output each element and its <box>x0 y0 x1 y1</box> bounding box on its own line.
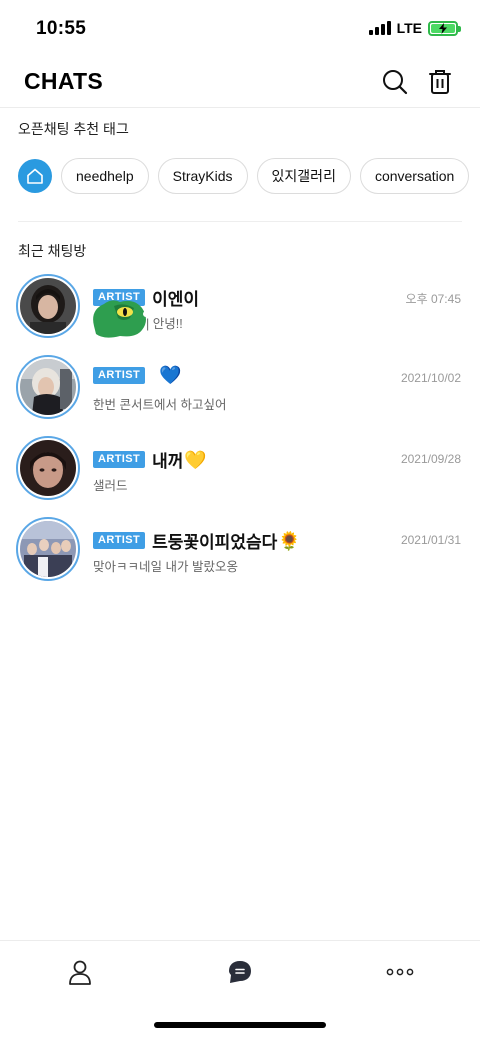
chat-preview: | 안녕!! <box>146 317 183 331</box>
avatar <box>16 436 80 500</box>
tag-chip-straykids[interactable]: StrayKids <box>157 158 248 194</box>
chat-time: 2021/01/31 <box>400 533 461 547</box>
tag-chip-conversation[interactable]: conversation <box>359 158 470 194</box>
artist-badge: ARTIST <box>93 366 146 384</box>
avatar <box>16 355 80 419</box>
chat-row[interactable]: ARTIST 💙 한번 콘서트에서 하고싶어 2021/10/02 <box>0 349 480 430</box>
home-icon <box>27 168 43 184</box>
search-icon <box>383 70 408 95</box>
bottom-navigation <box>0 940 480 1002</box>
green-monster-sticker-icon <box>93 300 148 338</box>
tag-list: needhelp StrayKids 있지갤러리 conversation <box>18 158 480 194</box>
chat-time: 2021/10/02 <box>400 371 461 385</box>
chat-preview: 샐러드 <box>93 479 128 493</box>
chat-bubble-icon <box>229 961 251 983</box>
chat-preview: 맞아ㅋㅋ네일 내가 발랐오옹 <box>93 560 238 574</box>
signal-bars-icon <box>368 21 391 35</box>
blue-heart-emoji: 💙 <box>159 365 182 385</box>
trash-icon <box>429 70 451 94</box>
chat-preview: 한번 콘서트에서 하고싶어 <box>93 398 227 412</box>
avatar-photo <box>20 359 76 415</box>
more-dots-icon <box>386 968 414 976</box>
chat-list: ARTIST 이엔이 | 안녕!! 오후 07:45 ARTIST 💙 한번 콘… <box>0 268 480 592</box>
chat-row[interactable]: ARTIST 내꺼 💛 샐러드 2021/09/28 <box>0 430 480 511</box>
avatar-photo <box>20 278 76 334</box>
artist-badge: ARTIST <box>93 451 146 468</box>
page-title: CHATS <box>24 68 104 94</box>
network-label: LTE <box>396 20 422 36</box>
chat-name: 내꺼 <box>152 452 184 471</box>
chat-time: 2021/09/28 <box>400 452 461 466</box>
home-tag-button[interactable] <box>18 159 52 193</box>
yellow-heart-emoji: 💛 <box>184 449 207 470</box>
chat-name: 트둥꽃이피었슴다 <box>152 533 278 552</box>
chat-row[interactable]: ARTIST 이엔이 | 안녕!! 오후 07:45 <box>0 268 480 349</box>
chat-row[interactable]: ARTIST 트둥꽃이피었슴다 🌻 맞아ㅋㅋ네일 내가 발랐오옹 2021/01… <box>0 511 480 592</box>
avatar <box>16 274 80 338</box>
sunflower-emoji: 🌻 <box>278 530 301 551</box>
profile-icon <box>69 960 91 985</box>
search-button[interactable] <box>379 66 411 98</box>
nav-chats-button[interactable] <box>225 957 255 987</box>
open-chat-tags-label: 오픈채팅 추천 태그 <box>18 121 129 137</box>
nav-more-button[interactable] <box>385 957 415 987</box>
chat-time: 오후 07:45 <box>405 292 461 306</box>
status-time: 10:55 <box>36 18 87 39</box>
chat-name: 이엔이 <box>152 290 200 309</box>
battery-charging-icon <box>428 20 461 36</box>
tag-chip-needhelp[interactable]: needhelp <box>61 158 149 194</box>
status-bar: 10:55 LTE <box>0 0 480 56</box>
artist-badge: ARTIST <box>93 532 146 549</box>
tag-chip-itzy-gallery[interactable]: 있지갤러리 <box>256 158 351 194</box>
avatar-photo <box>20 440 76 496</box>
status-indicators: LTE <box>368 20 461 36</box>
avatar <box>16 517 80 581</box>
home-indicator <box>154 1022 326 1028</box>
section-divider <box>18 221 462 222</box>
recent-chats-label: 최근 채팅방 <box>18 243 87 259</box>
app-header: CHATS <box>0 56 480 108</box>
nav-profile-button[interactable] <box>65 957 95 987</box>
avatar-photo <box>20 521 76 577</box>
delete-button[interactable] <box>424 66 456 98</box>
